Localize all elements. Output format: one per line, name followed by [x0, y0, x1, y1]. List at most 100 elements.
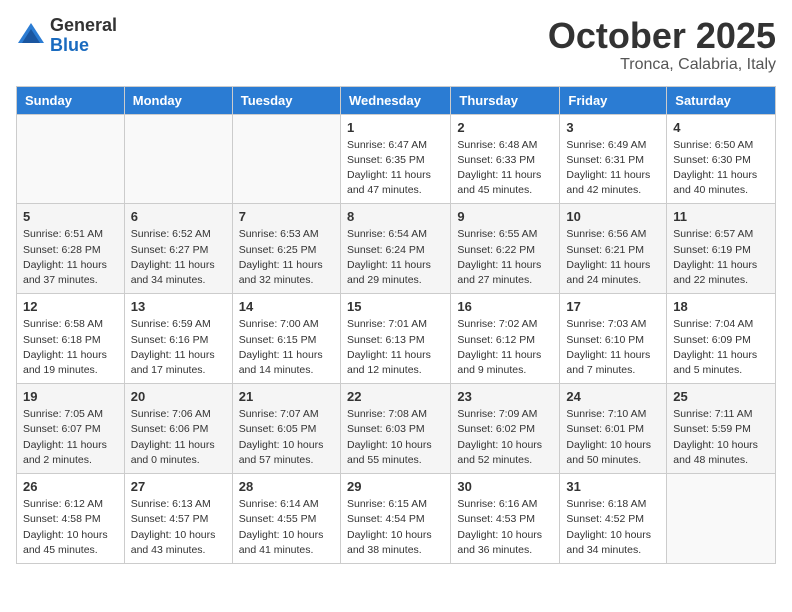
calendar-cell: 20Sunrise: 7:06 AM Sunset: 6:06 PM Dayli… — [124, 384, 232, 474]
calendar-cell: 11 Sunrise: 6:57 AM Sunset: 6:19 PM Dayli… — [667, 204, 776, 294]
calendar-cell: 10Sunrise: 6:56 AM Sunset: 6:21 PM Dayli… — [560, 204, 667, 294]
calendar-cell: 5 Sunrise: 6:51 AM Sunset: 6:28 PM Daylig… — [17, 204, 125, 294]
day-number: 16 — [457, 299, 553, 314]
day-number: 3 — [566, 120, 660, 135]
day-info: Sunrise: 6:16 AM Sunset: 4:53 PM Dayligh… — [457, 497, 553, 558]
calendar-cell: 21Sunrise: 7:07 AM Sunset: 6:05 PM Dayli… — [232, 384, 340, 474]
day-number: 6 — [131, 209, 226, 224]
day-number: 17 — [566, 299, 660, 314]
day-info: Sunrise: 6:55 AM Sunset: 6:22 PM Dayligh… — [457, 227, 553, 288]
calendar-cell: 29 Sunrise: 6:15 AM Sunset: 4:54 PM Dayli… — [340, 474, 450, 564]
day-info: Sunrise: 6:13 AM Sunset: 4:57 PM Dayligh… — [131, 497, 226, 558]
calendar-cell — [232, 114, 340, 204]
month-title: October 2025 — [548, 16, 776, 56]
day-number: 29 — [347, 479, 444, 494]
weekday-header-thursday: Thursday — [451, 86, 560, 114]
day-number: 23 — [457, 389, 553, 404]
calendar-cell: 15 Sunrise: 7:01 AM Sunset: 6:13 PM Dayli… — [340, 294, 450, 384]
calendar-cell: 14 Sunrise: 7:00 AM Sunset: 6:15 PM Dayli… — [232, 294, 340, 384]
calendar-cell: 4 Sunrise: 6:50 AM Sunset: 6:30 PM Daylig… — [667, 114, 776, 204]
calendar-cell: 19 Sunrise: 7:05 AM Sunset: 6:07 PM Dayli… — [17, 384, 125, 474]
location-subtitle: Tronca, Calabria, Italy — [548, 56, 776, 74]
calendar-cell: 18 Sunrise: 7:04 AM Sunset: 6:09 PM Dayli… — [667, 294, 776, 384]
calendar-cell: 27 Sunrise: 6:13 AM Sunset: 4:57 PM Dayli… — [124, 474, 232, 564]
day-number: 20 — [131, 389, 226, 404]
weekday-header-wednesday: Wednesday — [340, 86, 450, 114]
calendar-week-row: 19 Sunrise: 7:05 AM Sunset: 6:07 PM Dayli… — [17, 384, 776, 474]
calendar-cell: 1Sunrise: 6:47 AM Sunset: 6:35 PM Daylig… — [340, 114, 450, 204]
day-info: Sunrise: 7:02 AM Sunset: 6:12 PM Dayligh… — [457, 317, 553, 378]
day-info: Sunrise: 7:05 AM Sunset: 6:07 PM Dayligh… — [23, 407, 118, 468]
day-info: Sunrise: 7:08 AM Sunset: 6:03 PM Dayligh… — [347, 407, 444, 468]
day-info: Sunrise: 6:56 AM Sunset: 6:21 PM Dayligh… — [566, 227, 660, 288]
calendar-cell: 8 Sunrise: 6:54 AM Sunset: 6:24 PM Daylig… — [340, 204, 450, 294]
day-info: Sunrise: 7:01 AM Sunset: 6:13 PM Dayligh… — [347, 317, 444, 378]
day-number: 26 — [23, 479, 118, 494]
day-number: 13 — [131, 299, 226, 314]
day-info: Sunrise: 6:54 AM Sunset: 6:24 PM Dayligh… — [347, 227, 444, 288]
calendar-cell: 2 Sunrise: 6:48 AM Sunset: 6:33 PM Daylig… — [451, 114, 560, 204]
calendar-cell — [124, 114, 232, 204]
day-info: Sunrise: 7:11 AM Sunset: 5:59 PM Dayligh… — [673, 407, 769, 468]
calendar-cell: 6Sunrise: 6:52 AM Sunset: 6:27 PM Daylig… — [124, 204, 232, 294]
logo-text: General Blue — [50, 16, 117, 56]
day-number: 9 — [457, 209, 553, 224]
calendar-cell: 22 Sunrise: 7:08 AM Sunset: 6:03 PM Dayli… — [340, 384, 450, 474]
weekday-header-friday: Friday — [560, 86, 667, 114]
day-info: Sunrise: 6:50 AM Sunset: 6:30 PM Dayligh… — [673, 138, 769, 199]
logo-icon — [16, 21, 46, 51]
day-info: Sunrise: 6:15 AM Sunset: 4:54 PM Dayligh… — [347, 497, 444, 558]
day-info: Sunrise: 6:58 AM Sunset: 6:18 PM Dayligh… — [23, 317, 118, 378]
calendar-cell: 28 Sunrise: 6:14 AM Sunset: 4:55 PM Dayli… — [232, 474, 340, 564]
day-number: 28 — [239, 479, 334, 494]
day-number: 11 — [673, 209, 769, 224]
calendar-cell: 13 Sunrise: 6:59 AM Sunset: 6:16 PM Dayli… — [124, 294, 232, 384]
day-number: 30 — [457, 479, 553, 494]
day-info: Sunrise: 7:03 AM Sunset: 6:10 PM Dayligh… — [566, 317, 660, 378]
calendar-cell: 26 Sunrise: 6:12 AM Sunset: 4:58 PM Dayli… — [17, 474, 125, 564]
logo-blue: Blue — [50, 36, 117, 56]
day-info: Sunrise: 6:14 AM Sunset: 4:55 PM Dayligh… — [239, 497, 334, 558]
day-info: Sunrise: 6:48 AM Sunset: 6:33 PM Dayligh… — [457, 138, 553, 199]
day-number: 21 — [239, 389, 334, 404]
title-block: October 2025 Tronca, Calabria, Italy — [548, 16, 776, 74]
weekday-header-sunday: Sunday — [17, 86, 125, 114]
calendar-cell — [667, 474, 776, 564]
calendar-week-row: 12 Sunrise: 6:58 AM Sunset: 6:18 PM Dayli… — [17, 294, 776, 384]
logo-general: General — [50, 16, 117, 36]
day-info: Sunrise: 6:18 AM Sunset: 4:52 PM Dayligh… — [566, 497, 660, 558]
day-info: Sunrise: 6:53 AM Sunset: 6:25 PM Dayligh… — [239, 227, 334, 288]
day-number: 15 — [347, 299, 444, 314]
day-number: 4 — [673, 120, 769, 135]
day-number: 14 — [239, 299, 334, 314]
day-info: Sunrise: 6:12 AM Sunset: 4:58 PM Dayligh… — [23, 497, 118, 558]
day-number: 5 — [23, 209, 118, 224]
calendar-cell: 12 Sunrise: 6:58 AM Sunset: 6:18 PM Dayli… — [17, 294, 125, 384]
day-number: 27 — [131, 479, 226, 494]
day-info: Sunrise: 7:04 AM Sunset: 6:09 PM Dayligh… — [673, 317, 769, 378]
calendar-cell: 31Sunrise: 6:18 AM Sunset: 4:52 PM Dayli… — [560, 474, 667, 564]
calendar-cell: 25Sunrise: 7:11 AM Sunset: 5:59 PM Dayli… — [667, 384, 776, 474]
day-number: 8 — [347, 209, 444, 224]
weekday-header-monday: Monday — [124, 86, 232, 114]
day-info: Sunrise: 7:10 AM Sunset: 6:01 PM Dayligh… — [566, 407, 660, 468]
calendar-cell: 3 Sunrise: 6:49 AM Sunset: 6:31 PM Daylig… — [560, 114, 667, 204]
calendar-cell: 7 Sunrise: 6:53 AM Sunset: 6:25 PM Daylig… — [232, 204, 340, 294]
day-number: 2 — [457, 120, 553, 135]
day-number: 12 — [23, 299, 118, 314]
day-number: 19 — [23, 389, 118, 404]
day-info: Sunrise: 6:59 AM Sunset: 6:16 PM Dayligh… — [131, 317, 226, 378]
day-info: Sunrise: 7:00 AM Sunset: 6:15 PM Dayligh… — [239, 317, 334, 378]
weekday-header-tuesday: Tuesday — [232, 86, 340, 114]
day-number: 7 — [239, 209, 334, 224]
calendar-cell: 9 Sunrise: 6:55 AM Sunset: 6:22 PM Daylig… — [451, 204, 560, 294]
calendar-header-row: SundayMondayTuesdayWednesdayThursdayFrid… — [17, 86, 776, 114]
day-number: 22 — [347, 389, 444, 404]
day-info: Sunrise: 6:49 AM Sunset: 6:31 PM Dayligh… — [566, 138, 660, 199]
day-number: 18 — [673, 299, 769, 314]
day-info: Sunrise: 6:57 AM Sunset: 6:19 PM Dayligh… — [673, 227, 769, 288]
day-info: Sunrise: 6:51 AM Sunset: 6:28 PM Dayligh… — [23, 227, 118, 288]
day-info: Sunrise: 7:09 AM Sunset: 6:02 PM Dayligh… — [457, 407, 553, 468]
logo: General Blue — [16, 16, 117, 56]
calendar-week-row: 5 Sunrise: 6:51 AM Sunset: 6:28 PM Daylig… — [17, 204, 776, 294]
